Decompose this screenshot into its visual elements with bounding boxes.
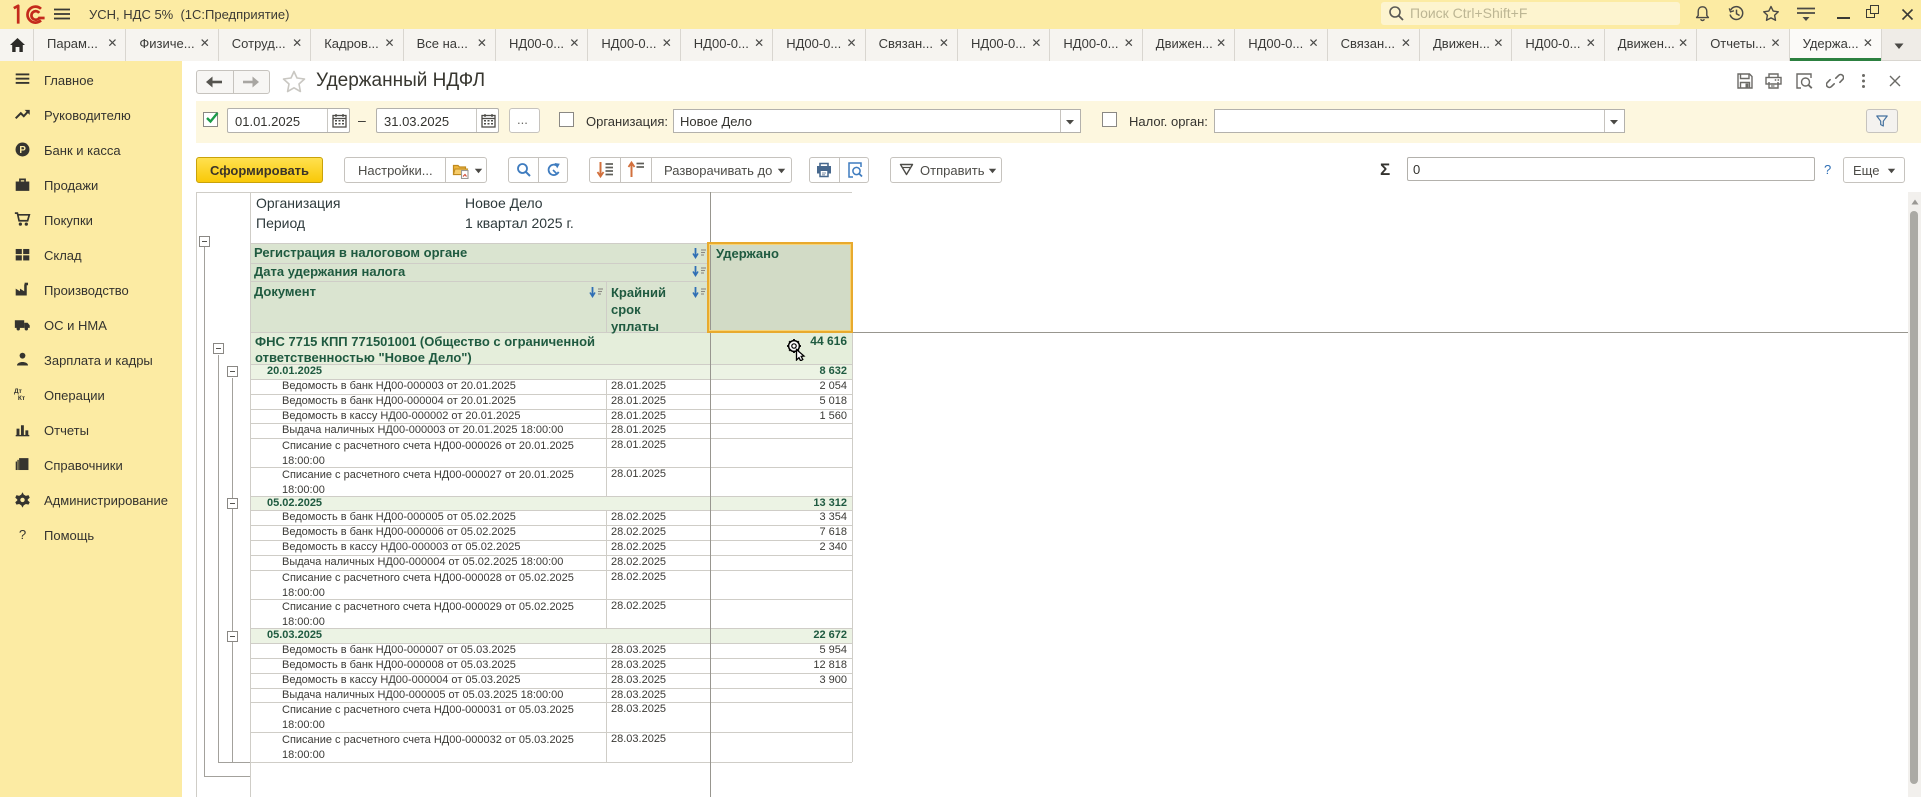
svg-text:P: P <box>19 145 26 156</box>
svg-text:Дт: Дт <box>14 388 23 395</box>
svg-text:Кт: Кт <box>18 395 26 402</box>
svg-text:?: ? <box>19 527 26 542</box>
